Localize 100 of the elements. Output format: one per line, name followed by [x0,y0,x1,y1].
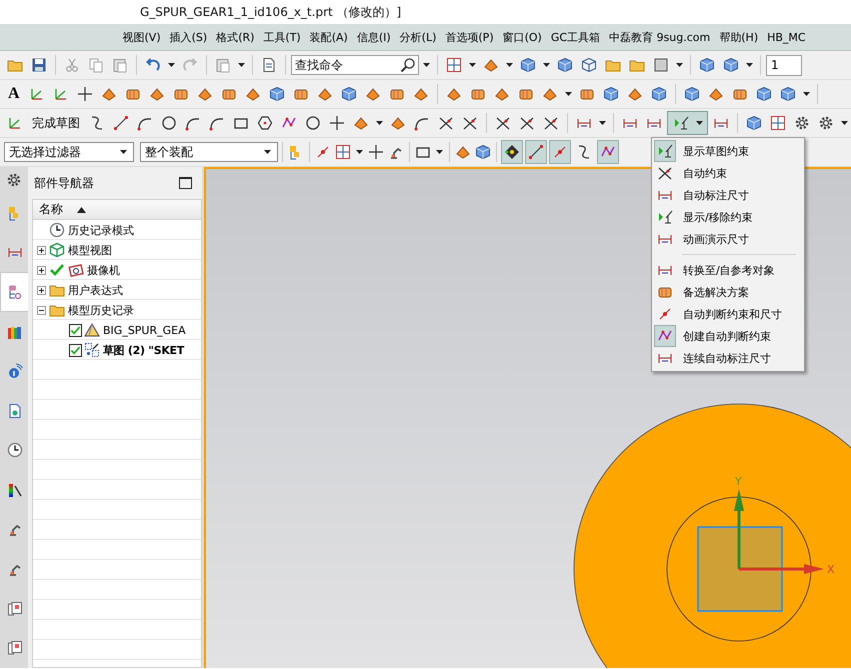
feature-icon[interactable] [542,86,558,102]
feature-icon[interactable] [244,86,261,102]
menu-item[interactable]: 首选项(P) [440,30,498,44]
tree-item-label[interactable]: 草图 (2) "SKET [103,342,184,358]
checkbox[interactable] [69,324,82,336]
circle-icon[interactable] [161,115,177,131]
caret-icon[interactable] [120,150,127,154]
cube-icon[interactable] [756,86,772,102]
caret-icon[interactable] [238,63,245,67]
feature-icon[interactable] [626,86,643,102]
plus-icon[interactable] [76,86,93,102]
menu-item[interactable]: 转换至/自参考对象 [652,259,804,281]
paste-icon[interactable] [112,57,128,73]
expand-toggle-icon[interactable] [37,246,46,254]
layout-icon[interactable] [335,144,351,160]
undo-icon[interactable] [145,57,161,73]
constraint-dropdown-button[interactable] [667,111,708,135]
caret-icon[interactable] [543,63,550,67]
feature-icon[interactable] [412,86,429,102]
caret-icon[interactable] [264,150,271,154]
plus-icon[interactable] [368,144,384,160]
menu-item[interactable]: HB_MC [762,30,810,44]
cube-icon[interactable] [699,57,715,73]
line-icon[interactable] [113,115,129,131]
menu-item[interactable]: GC工具箱 [546,30,605,44]
caret-icon[interactable] [436,150,443,154]
layout-icon[interactable] [446,57,462,73]
trim-icon[interactable] [543,115,559,131]
finish-sketch-button[interactable]: 完成草图 [28,112,84,134]
cube-icon[interactable] [723,57,739,73]
tree-item-label[interactable]: 摄像机 [87,262,120,278]
menu-item[interactable]: 窗口(O) [498,30,546,44]
resource-tab[interactable] [0,272,29,312]
caret-icon[interactable] [696,121,703,125]
menu-item[interactable]: 显示草图约束 [652,140,804,162]
feature-icon[interactable] [316,86,333,102]
menu-item[interactable]: 动画演示尺寸 [652,228,804,250]
tree-item-label[interactable]: 用户表达式 [68,282,123,298]
feature-icon[interactable] [708,86,724,102]
hexagon-icon[interactable] [257,115,273,131]
menu-item[interactable]: 连续自动标注尺寸 [652,347,804,369]
tree-item-label[interactable]: BIG_SPUR_GEA [103,324,186,336]
menu-item[interactable]: 分析(L) [395,30,441,44]
cube-icon[interactable] [602,86,619,102]
feature-icon[interactable] [196,86,213,102]
tree-item-label[interactable]: 模型历史记录 [68,302,134,318]
cube-icon[interactable] [268,86,285,102]
menu-item[interactable]: 帮助(H) [714,30,763,44]
settings-icon[interactable] [818,115,834,131]
checkbox[interactable] [69,344,82,356]
trim-icon[interactable] [438,115,454,131]
feature-icon[interactable] [364,86,381,102]
menu-item[interactable]: 自动约束 [652,162,804,184]
menu-item[interactable]: 显示/移除约束 [652,206,804,228]
expand-toggle-icon[interactable] [37,266,46,274]
feature-icon[interactable] [353,115,369,131]
feature-icon[interactable] [148,86,165,102]
menu-item[interactable]: 自动标注尺寸 [652,184,804,206]
caret-icon[interactable] [599,121,606,125]
trim-icon[interactable] [519,115,535,131]
filter-dropdown[interactable]: 无选择过滤器 [4,142,134,162]
curve-icon[interactable] [89,115,105,131]
cube-icon[interactable] [746,115,762,131]
feature-icon[interactable] [494,86,510,102]
search-icon[interactable] [400,57,416,73]
collapse-toggle-icon[interactable] [37,306,46,314]
column-header[interactable]: 名称 [39,201,63,218]
layout-icon[interactable] [770,115,786,131]
coordinate-system-icon[interactable] [28,86,45,102]
caret-icon[interactable] [506,63,513,67]
plus-icon[interactable] [329,115,345,131]
caret-icon[interactable] [469,63,476,67]
caret-icon[interactable] [564,92,572,96]
maximize-icon[interactable] [179,177,192,189]
menu-item[interactable]: 装配(A) [305,30,352,44]
cube-icon[interactable] [780,86,796,102]
point-icon[interactable] [315,144,331,160]
caret-icon[interactable] [676,63,683,67]
layer-field[interactable]: 1 [766,54,802,76]
menu-item[interactable]: 工具(T) [258,30,306,44]
search-field[interactable]: 查找命令 [291,55,419,75]
cube-icon[interactable] [340,86,357,102]
menu-item[interactable]: 格式(R) [212,30,259,44]
caret-icon[interactable] [423,63,430,67]
wireframe-cube-icon[interactable] [581,57,597,73]
caret-icon[interactable] [168,63,175,67]
coordinate-system-icon[interactable] [52,86,69,102]
menu-item[interactable]: 创建自动判断约束 [652,325,804,347]
trim-icon[interactable] [462,115,478,131]
document-icon[interactable] [261,57,277,73]
settings-icon[interactable] [794,115,810,131]
paste-icon[interactable] [215,57,231,73]
cube-icon[interactable] [475,144,491,160]
tree-item-label[interactable]: 模型视图 [68,242,112,258]
save-icon[interactable] [31,57,47,73]
menu-item[interactable]: 信息(I) [352,30,396,44]
feature-icon[interactable] [446,86,462,102]
feature-icon[interactable] [390,115,406,131]
sort-ascending-icon[interactable] [77,206,86,212]
snap-button[interactable] [525,140,547,164]
